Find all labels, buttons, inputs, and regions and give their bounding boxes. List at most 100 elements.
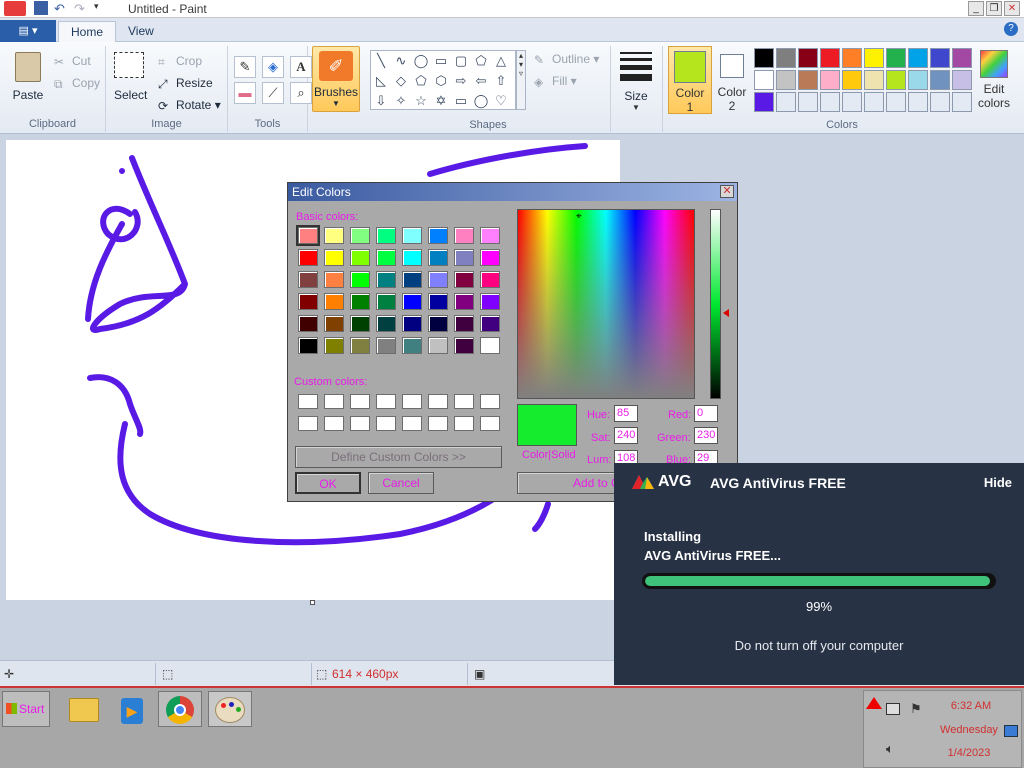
palette-swatch[interactable] — [864, 70, 884, 90]
paint-menu-button[interactable]: ▤ ▾ — [0, 20, 56, 42]
hexagon-shape-icon[interactable]: ⬡ — [431, 71, 451, 91]
save-icon[interactable] — [34, 1, 48, 15]
blue-field[interactable]: 29 — [694, 450, 718, 464]
custom-color-swatch[interactable] — [402, 394, 422, 409]
curve-shape-icon[interactable]: ∿ — [391, 51, 411, 71]
basic-color-swatch[interactable] — [402, 271, 422, 288]
luminosity-slider[interactable] — [710, 209, 721, 399]
palette-swatch[interactable] — [754, 48, 774, 68]
rounded-rectangle-shape-icon[interactable]: ▢ — [451, 51, 471, 71]
palette-swatch[interactable] — [930, 70, 950, 90]
palette-swatch[interactable] — [776, 70, 796, 90]
basic-color-swatch[interactable] — [298, 293, 318, 310]
pencil-icon[interactable]: ✎ — [234, 56, 256, 78]
size-button[interactable]: Size ▼ — [616, 50, 656, 114]
dialog-close-button[interactable]: ✕ — [720, 185, 734, 198]
basic-color-swatch[interactable] — [298, 337, 318, 354]
right-arrow-shape-icon[interactable]: ⇨ — [451, 71, 471, 91]
callout-oval-icon[interactable]: ◯ — [471, 91, 491, 111]
show-desktop-icon[interactable] — [1004, 725, 1018, 737]
palette-swatch[interactable] — [930, 48, 950, 68]
restore-button[interactable]: ❐ — [986, 1, 1002, 16]
custom-color-swatch[interactable] — [350, 416, 370, 431]
basic-color-swatch[interactable] — [428, 293, 448, 310]
edit-colors-button[interactable]: Edit colors — [974, 50, 1014, 114]
palette-swatch[interactable] — [886, 48, 906, 68]
basic-color-swatch[interactable] — [376, 315, 396, 332]
palette-swatch[interactable] — [886, 92, 906, 112]
palette-swatch[interactable] — [952, 48, 972, 68]
chrome-icon[interactable] — [158, 691, 202, 727]
basic-color-swatch[interactable] — [480, 249, 500, 266]
basic-color-swatch[interactable] — [402, 293, 422, 310]
basic-color-swatch[interactable] — [454, 293, 474, 310]
basic-color-swatch[interactable] — [324, 337, 344, 354]
eraser-icon[interactable]: ▬ — [234, 82, 256, 104]
palette-swatch[interactable] — [908, 70, 928, 90]
basic-color-swatch[interactable] — [402, 227, 422, 244]
basic-color-swatch[interactable] — [428, 315, 448, 332]
palette-swatch[interactable] — [908, 48, 928, 68]
palette-swatch[interactable] — [754, 92, 774, 112]
custom-color-swatch[interactable] — [454, 394, 474, 409]
fill-bucket-icon[interactable]: ◈ — [262, 56, 284, 78]
paint-app-icon[interactable] — [4, 1, 26, 16]
select-button[interactable]: Select — [114, 52, 148, 112]
basic-color-swatch[interactable] — [480, 227, 500, 244]
file-explorer-icon[interactable] — [62, 691, 106, 727]
rotate-button[interactable]: ⟳ Rotate ▾ — [158, 98, 221, 113]
polygon-shape-icon[interactable]: ⬠ — [471, 51, 491, 71]
color1-button[interactable]: Color 1 — [668, 46, 712, 114]
tab-view[interactable]: View — [116, 21, 166, 43]
green-field[interactable]: 230 — [694, 427, 718, 444]
lum-field[interactable]: 108 — [614, 450, 638, 464]
basic-color-swatch[interactable] — [296, 225, 320, 246]
custom-color-swatch[interactable] — [298, 394, 318, 409]
fill-button[interactable]: ◈ Fill ▾ — [534, 74, 577, 89]
custom-color-swatch[interactable] — [480, 394, 500, 409]
basic-color-swatch[interactable] — [376, 293, 396, 310]
color-spectrum[interactable] — [517, 209, 695, 399]
six-point-star-icon[interactable]: ✡ — [431, 91, 451, 111]
tray-arrow-icon[interactable] — [866, 697, 882, 709]
left-arrow-shape-icon[interactable]: ⇦ — [471, 71, 491, 91]
cut-button[interactable]: ✂ Cut — [54, 54, 91, 69]
basic-color-swatch[interactable] — [350, 227, 370, 244]
basic-color-swatch[interactable] — [454, 315, 474, 332]
palette-swatch[interactable] — [952, 70, 972, 90]
basic-color-swatch[interactable] — [324, 227, 344, 244]
right-triangle-shape-icon[interactable]: ◺ — [371, 71, 391, 91]
basic-color-swatch[interactable] — [428, 249, 448, 266]
custom-color-swatch[interactable] — [480, 416, 500, 431]
palette-swatch[interactable] — [842, 48, 862, 68]
palette-swatch[interactable] — [776, 48, 796, 68]
palette-swatch[interactable] — [820, 70, 840, 90]
callout-rect-icon[interactable]: ▭ — [451, 91, 471, 111]
diamond-shape-icon[interactable]: ◇ — [391, 71, 411, 91]
palette-swatch[interactable] — [864, 48, 884, 68]
crop-button[interactable]: ⌗ Crop — [158, 54, 202, 69]
palette-swatch[interactable] — [886, 70, 906, 90]
basic-color-swatch[interactable] — [298, 315, 318, 332]
basic-color-swatch[interactable] — [480, 293, 500, 310]
basic-color-swatch[interactable] — [350, 315, 370, 332]
media-player-icon[interactable]: ▶ — [110, 691, 154, 727]
shapes-scroll[interactable]: ▴ ▾ ▿ — [516, 50, 526, 110]
outline-button[interactable]: ✎ Outline ▾ — [534, 52, 599, 67]
palette-swatch[interactable] — [842, 70, 862, 90]
palette-swatch[interactable] — [798, 48, 818, 68]
customize-quick-access-icon[interactable]: ▾ — [94, 1, 108, 15]
line-shape-icon[interactable]: ╲ — [371, 51, 391, 71]
hue-field[interactable]: 85 — [614, 405, 638, 422]
basic-color-swatch[interactable] — [428, 227, 448, 244]
custom-color-swatch[interactable] — [298, 416, 318, 431]
color2-button[interactable]: Color 2 — [714, 50, 750, 114]
redo-icon[interactable]: ↷ — [74, 1, 88, 16]
basic-color-swatch[interactable] — [402, 249, 422, 266]
basic-color-swatch[interactable] — [454, 227, 474, 244]
network-icon[interactable] — [886, 703, 900, 715]
color-picker-icon[interactable]: ⟋ — [262, 82, 284, 104]
basic-color-swatch[interactable] — [298, 271, 318, 288]
four-point-star-icon[interactable]: ✧ — [391, 91, 411, 111]
five-point-star-icon[interactable]: ☆ — [411, 91, 431, 111]
